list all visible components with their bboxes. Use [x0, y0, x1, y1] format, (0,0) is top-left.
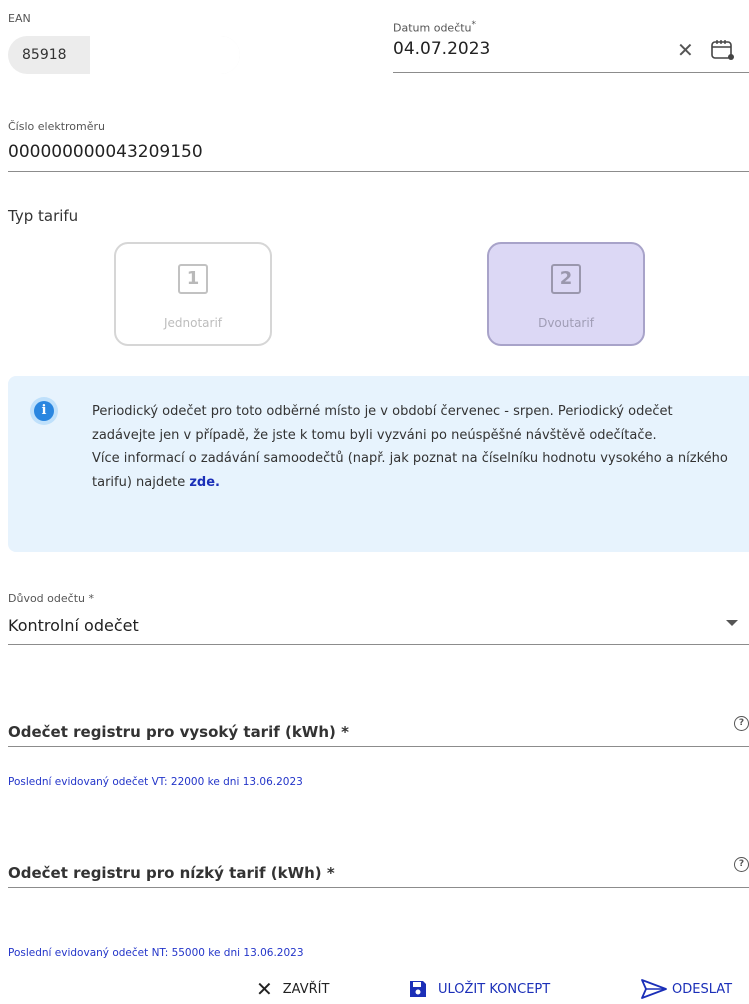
low-tariff-underline — [8, 887, 749, 888]
ean-redaction — [90, 36, 240, 74]
high-tariff-help-icon[interactable]: ? — [734, 716, 749, 731]
low-tariff-hint: Poslední evidovaný odečet NT: 55000 ke d… — [8, 947, 304, 959]
tariff-name-dual: Dvoutarif — [538, 316, 594, 330]
high-tariff-hint: Poslední evidovaný odečet VT: 22000 ke d… — [8, 776, 303, 788]
date-label: Datum odečtu* — [393, 20, 477, 35]
high-tariff-underline — [8, 746, 749, 747]
close-button-label: ZAVŘÍT — [282, 981, 330, 997]
close-icon: ✕ — [256, 977, 273, 1001]
save-draft-button[interactable]: ULOŽIT KONCEPT — [408, 978, 550, 1000]
info-icon: i — [30, 397, 58, 425]
info-line-1: Periodický odečet pro toto odběrné místo… — [92, 404, 673, 443]
reason-underline — [8, 644, 749, 645]
tariff-number-1: 1 — [178, 264, 208, 294]
close-button[interactable]: ✕ ZAVŘÍT — [256, 977, 330, 1001]
dropdown-arrow-icon — [726, 620, 738, 626]
required-mark: * — [471, 20, 477, 30]
reason-label: Důvod odečtu * — [8, 592, 94, 605]
high-tariff-input[interactable] — [8, 712, 712, 748]
info-link[interactable]: zde. — [189, 475, 220, 490]
calendar-icon[interactable] — [710, 38, 736, 62]
ean-label: EAN — [8, 12, 31, 25]
tariff-number-2: 2 — [551, 264, 581, 294]
low-tariff-help-icon[interactable]: ? — [734, 857, 749, 872]
reason-value: Kontrolní odečet — [8, 616, 139, 635]
info-text: Periodický odečet pro toto odběrné místo… — [92, 400, 732, 494]
clear-date-icon[interactable]: ✕ — [677, 38, 694, 62]
date-input[interactable] — [393, 36, 653, 62]
tariff-option-single[interactable]: 1 Jednotarif — [114, 242, 272, 346]
save-icon — [408, 979, 428, 999]
meter-label: Číslo elektroměru — [8, 120, 106, 133]
send-icon — [640, 978, 668, 1000]
meter-value: 000000000043209150 — [8, 142, 203, 162]
send-button[interactable]: ODESLAT — [640, 978, 732, 1000]
send-button-label: ODESLAT — [672, 981, 733, 997]
date-underline — [393, 72, 749, 73]
ean-value: 85918 — [22, 47, 67, 63]
tariff-name-single: Jednotarif — [163, 316, 223, 330]
meter-underline — [8, 171, 749, 172]
tariff-label: Typ tarifu — [8, 207, 79, 225]
ean-field[interactable]: 85918 — [8, 36, 240, 74]
reason-select[interactable]: Kontrolní odečet — [8, 607, 749, 643]
info-line-2: Více informací o zadávání samoodečtů (na… — [92, 451, 728, 490]
tariff-option-dual[interactable]: 2 Dvoutarif — [487, 242, 645, 346]
save-draft-label: ULOŽIT KONCEPT — [438, 981, 551, 997]
low-tariff-input[interactable] — [8, 853, 712, 889]
